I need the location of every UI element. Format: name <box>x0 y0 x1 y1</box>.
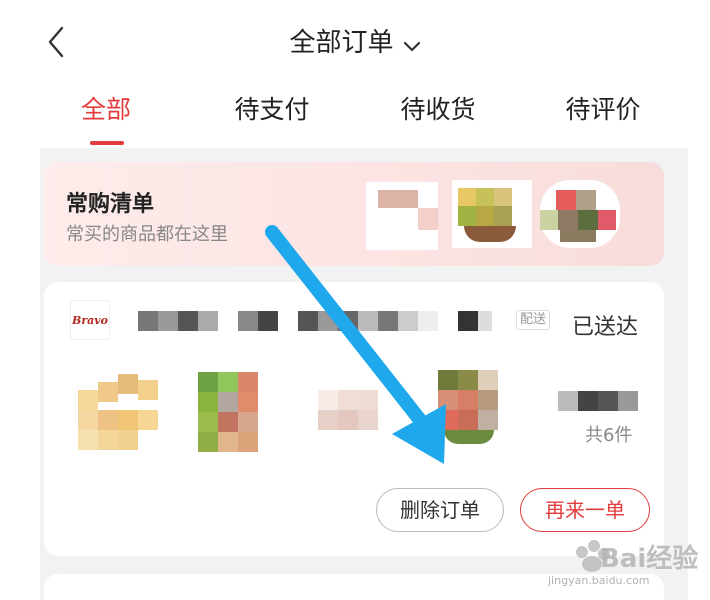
order-status: 已送达 <box>572 315 639 340</box>
tab-all[interactable]: 全部 <box>46 90 166 126</box>
active-tab-indicator <box>90 141 124 145</box>
item-count: 共6件 <box>585 425 633 446</box>
left-edge <box>0 148 44 600</box>
tab-pending-delivery[interactable]: 待收货 <box>378 90 498 126</box>
watermark-url: jingyan.baidu.com <box>548 574 650 587</box>
watermark-text: Bai经验 <box>600 544 699 574</box>
frequent-purchase-title: 常购清单 <box>66 192 155 217</box>
tab-pending-review[interactable]: 待评价 <box>543 90 663 126</box>
order-tabs: 全部 待支付 待收货 待评价 <box>0 90 710 140</box>
store-logo: Bravo <box>70 300 110 340</box>
frequent-purchase-subtitle: 常买的商品都在这里 <box>66 224 228 245</box>
page-title-wrap[interactable]: 全部订单 <box>0 22 710 59</box>
page-title: 全部订单 <box>289 28 394 58</box>
delete-order-button[interactable]: 删除订单 <box>376 488 504 532</box>
reorder-button[interactable]: 再来一单 <box>520 488 650 532</box>
delivery-tag: 配送 <box>516 310 551 330</box>
tab-pending-payment[interactable]: 待支付 <box>212 90 332 126</box>
chevron-down-icon <box>403 41 420 51</box>
